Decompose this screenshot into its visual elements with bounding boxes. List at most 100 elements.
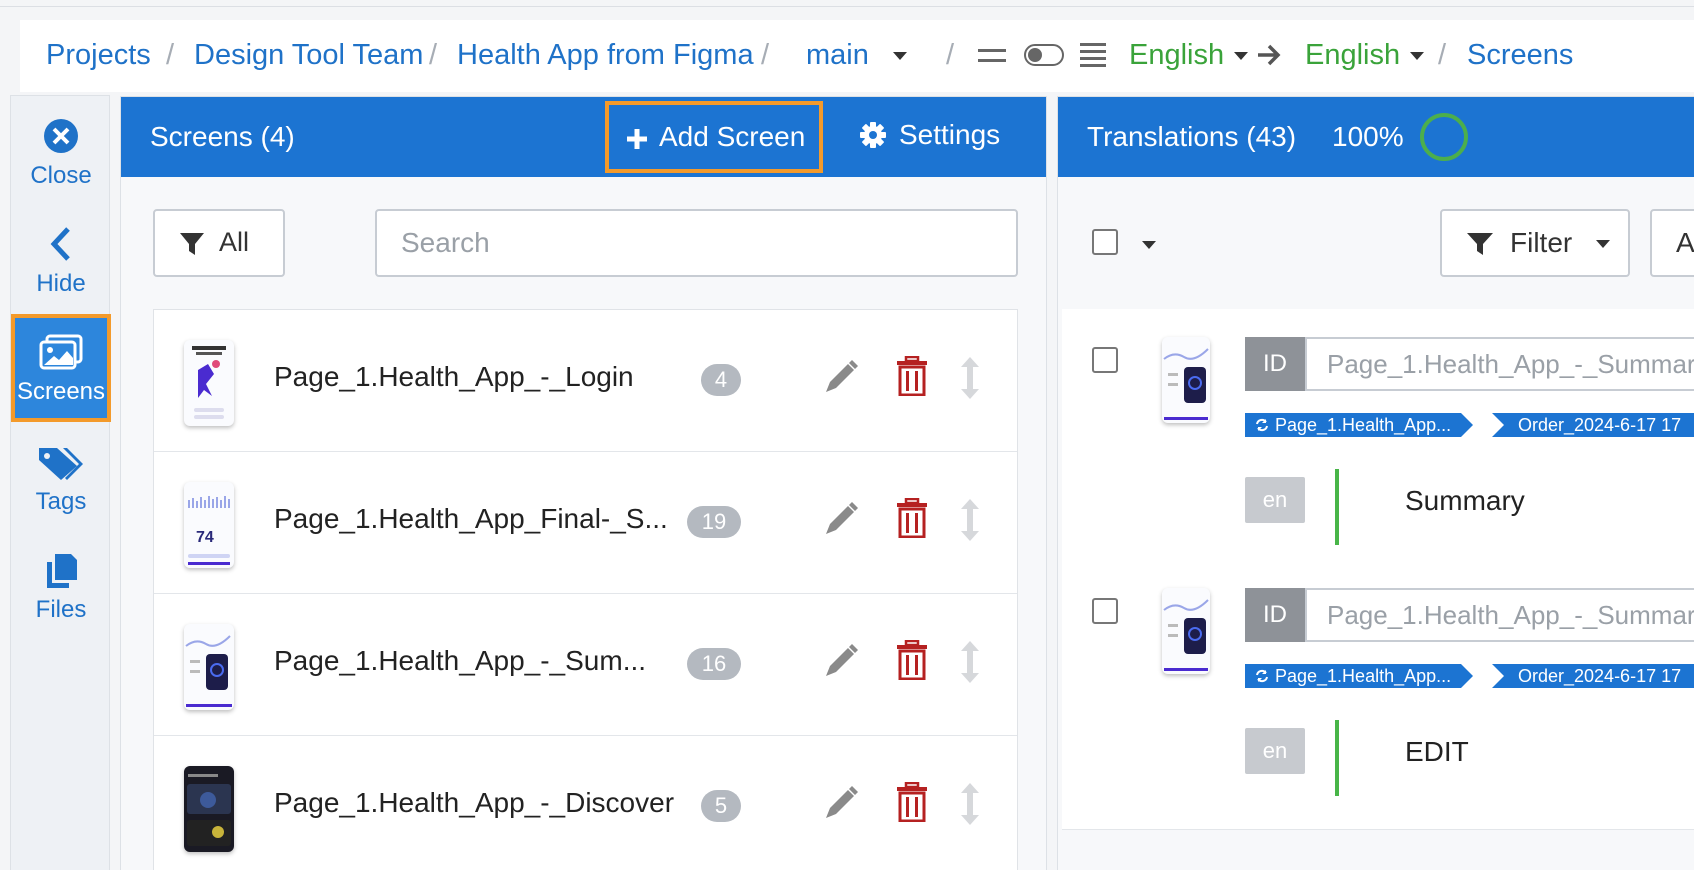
screen-name: Page_1.Health_App_-_Discover (274, 787, 675, 818)
chevron-down-icon[interactable] (1142, 241, 1156, 249)
screen-thumbnail (1162, 337, 1210, 423)
add-screen-button[interactable]: Add Screen (605, 101, 823, 173)
gear-icon (860, 122, 886, 148)
edit-pencil-icon[interactable] (822, 642, 860, 680)
drag-handle-icon[interactable] (960, 640, 980, 684)
string-id-field[interactable]: Page_1.Health_App_-_Summary (1305, 337, 1694, 391)
close-circle-icon (44, 119, 78, 153)
images-icon (39, 334, 83, 370)
branch-label: main (806, 39, 869, 71)
branch-selector[interactable]: main (806, 37, 907, 73)
screen-row[interactable]: Page_1.Health_App_-_Login 4 (154, 310, 1017, 452)
app-root: Projects / Design Tool Team / Health App… (0, 0, 1694, 870)
nav-files[interactable]: Files (11, 532, 111, 640)
breadcrumb-project[interactable]: Health App from Figma (457, 37, 754, 73)
string-id-field[interactable]: Page_1.Health_App_-_Summary (1305, 588, 1694, 642)
screen-tag[interactable]: Page_1.Health_App... (1245, 413, 1474, 437)
nav-screens[interactable]: Screens (11, 314, 111, 422)
breadcrumb-separator: / (761, 39, 770, 71)
summary-screen-preview (1163, 348, 1209, 420)
sync-icon (1256, 418, 1268, 432)
status-bar (1335, 720, 1339, 796)
row-checkbox[interactable] (1092, 347, 1118, 373)
list-view-icon[interactable] (1080, 42, 1106, 68)
trash-icon[interactable] (896, 356, 928, 396)
chevron-down-icon (1596, 240, 1610, 248)
breadcrumb-team[interactable]: Design Tool Team (194, 37, 423, 73)
trash-icon[interactable] (896, 640, 928, 680)
screen-row[interactable]: Page_1.Health_App_-_Discover 5 (154, 736, 1017, 870)
screen-thumbnail (184, 624, 234, 710)
screens-panel-header: Screens (4) Add Screen Settings (121, 97, 1046, 177)
nav-files-label: Files (35, 596, 87, 623)
filter-all-button[interactable]: All (153, 209, 285, 277)
chevron-down-icon (1234, 52, 1249, 61)
search-input[interactable] (375, 209, 1018, 277)
nav-close[interactable]: Close (11, 98, 111, 206)
breadcrumb-projects[interactable]: Projects (46, 37, 151, 73)
settings-label: Settings (899, 119, 1001, 150)
screen-row[interactable]: 74 Page_1.Health_App_Final-_S... 19 (154, 452, 1017, 594)
source-language-selector[interactable]: English (1129, 37, 1249, 73)
add-screen-label: Add Screen (659, 121, 806, 152)
screen-list: Page_1.Health_App_-_Login 4 74 Page_1.He… (153, 309, 1018, 870)
sync-icon (1256, 669, 1268, 683)
filter-icon (180, 233, 204, 255)
breadcrumb-separator: / (166, 39, 175, 71)
language-badge: en (1245, 477, 1305, 523)
screen-tag-label: Page_1.Health_App... (1275, 415, 1452, 435)
compact-view-icon[interactable] (978, 46, 1006, 66)
translation-value[interactable]: Summary (1405, 485, 1525, 517)
translations-panel-header: Translations (43) 100% (1058, 97, 1694, 177)
screen-name: Page_1.Health_App_-_Login (274, 361, 634, 392)
screens-panel: Screens (4) Add Screen Settings All Sear… (120, 96, 1047, 870)
summary-screen-preview (185, 635, 232, 707)
tags-icon (39, 448, 83, 480)
translation-value[interactable]: EDIT (1405, 736, 1469, 768)
filter-icon (1467, 233, 1493, 255)
nav-tags[interactable]: Tags (11, 424, 111, 532)
screen-name: Page_1.Health_App_-_Sum... (274, 645, 647, 676)
trash-icon[interactable] (896, 782, 928, 822)
drag-handle-icon[interactable] (960, 356, 980, 400)
breadcrumb: Projects / Design Tool Team / Health App… (20, 20, 1694, 92)
breadcrumb-separator: / (1438, 39, 1447, 71)
screen-row[interactable]: Page_1.Health_App_-_Sum... 16 (154, 594, 1017, 736)
filter-button[interactable]: Filter (1440, 209, 1630, 277)
order-tag[interactable]: Order_2024-6-17 17 (1492, 413, 1694, 437)
edit-pencil-icon[interactable] (822, 500, 860, 538)
id-label: ID (1245, 337, 1305, 391)
id-label: ID (1245, 588, 1305, 642)
trash-icon[interactable] (896, 498, 928, 538)
source-language-label: English (1129, 39, 1225, 71)
target-language-selector[interactable]: English (1305, 37, 1425, 73)
string-count-badge: 4 (701, 364, 741, 396)
breadcrumb-screens[interactable]: Screens (1467, 37, 1573, 73)
svg-text:74: 74 (196, 529, 214, 546)
language-badge: en (1245, 728, 1305, 774)
screen-thumbnail: 74 (184, 482, 234, 568)
status-bar (1335, 469, 1339, 545)
string-count-badge: 19 (687, 506, 741, 538)
top-divider (0, 6, 1694, 7)
screens-panel-title: Screens (4) (150, 121, 295, 152)
arrow-right-icon (1258, 44, 1281, 66)
drag-handle-icon[interactable] (960, 782, 980, 826)
drag-handle-icon[interactable] (960, 498, 980, 542)
nav-tags-label: Tags (35, 488, 87, 515)
edit-pencil-icon[interactable] (822, 784, 860, 822)
select-all-checkbox[interactable] (1092, 229, 1118, 255)
breadcrumb-separator: / (946, 39, 955, 71)
nav-hide[interactable]: Hide (11, 206, 111, 314)
edit-pencil-icon[interactable] (822, 358, 860, 396)
login-screen-preview (192, 346, 226, 419)
filter-label: Filter (1510, 227, 1573, 258)
toggle-switch-icon[interactable] (1024, 44, 1064, 66)
translations-panel-title: Translations (43) (1087, 121, 1297, 152)
row-checkbox[interactable] (1092, 598, 1118, 624)
translation-card: ID Page_1.Health_App_-_Summary Page_1.He… (1062, 309, 1694, 579)
more-actions-button[interactable]: A (1650, 209, 1694, 277)
screen-thumbnail (184, 766, 234, 852)
screen-tag[interactable]: Page_1.Health_App... (1245, 664, 1474, 688)
order-tag[interactable]: Order_2024-6-17 17 (1492, 664, 1694, 688)
